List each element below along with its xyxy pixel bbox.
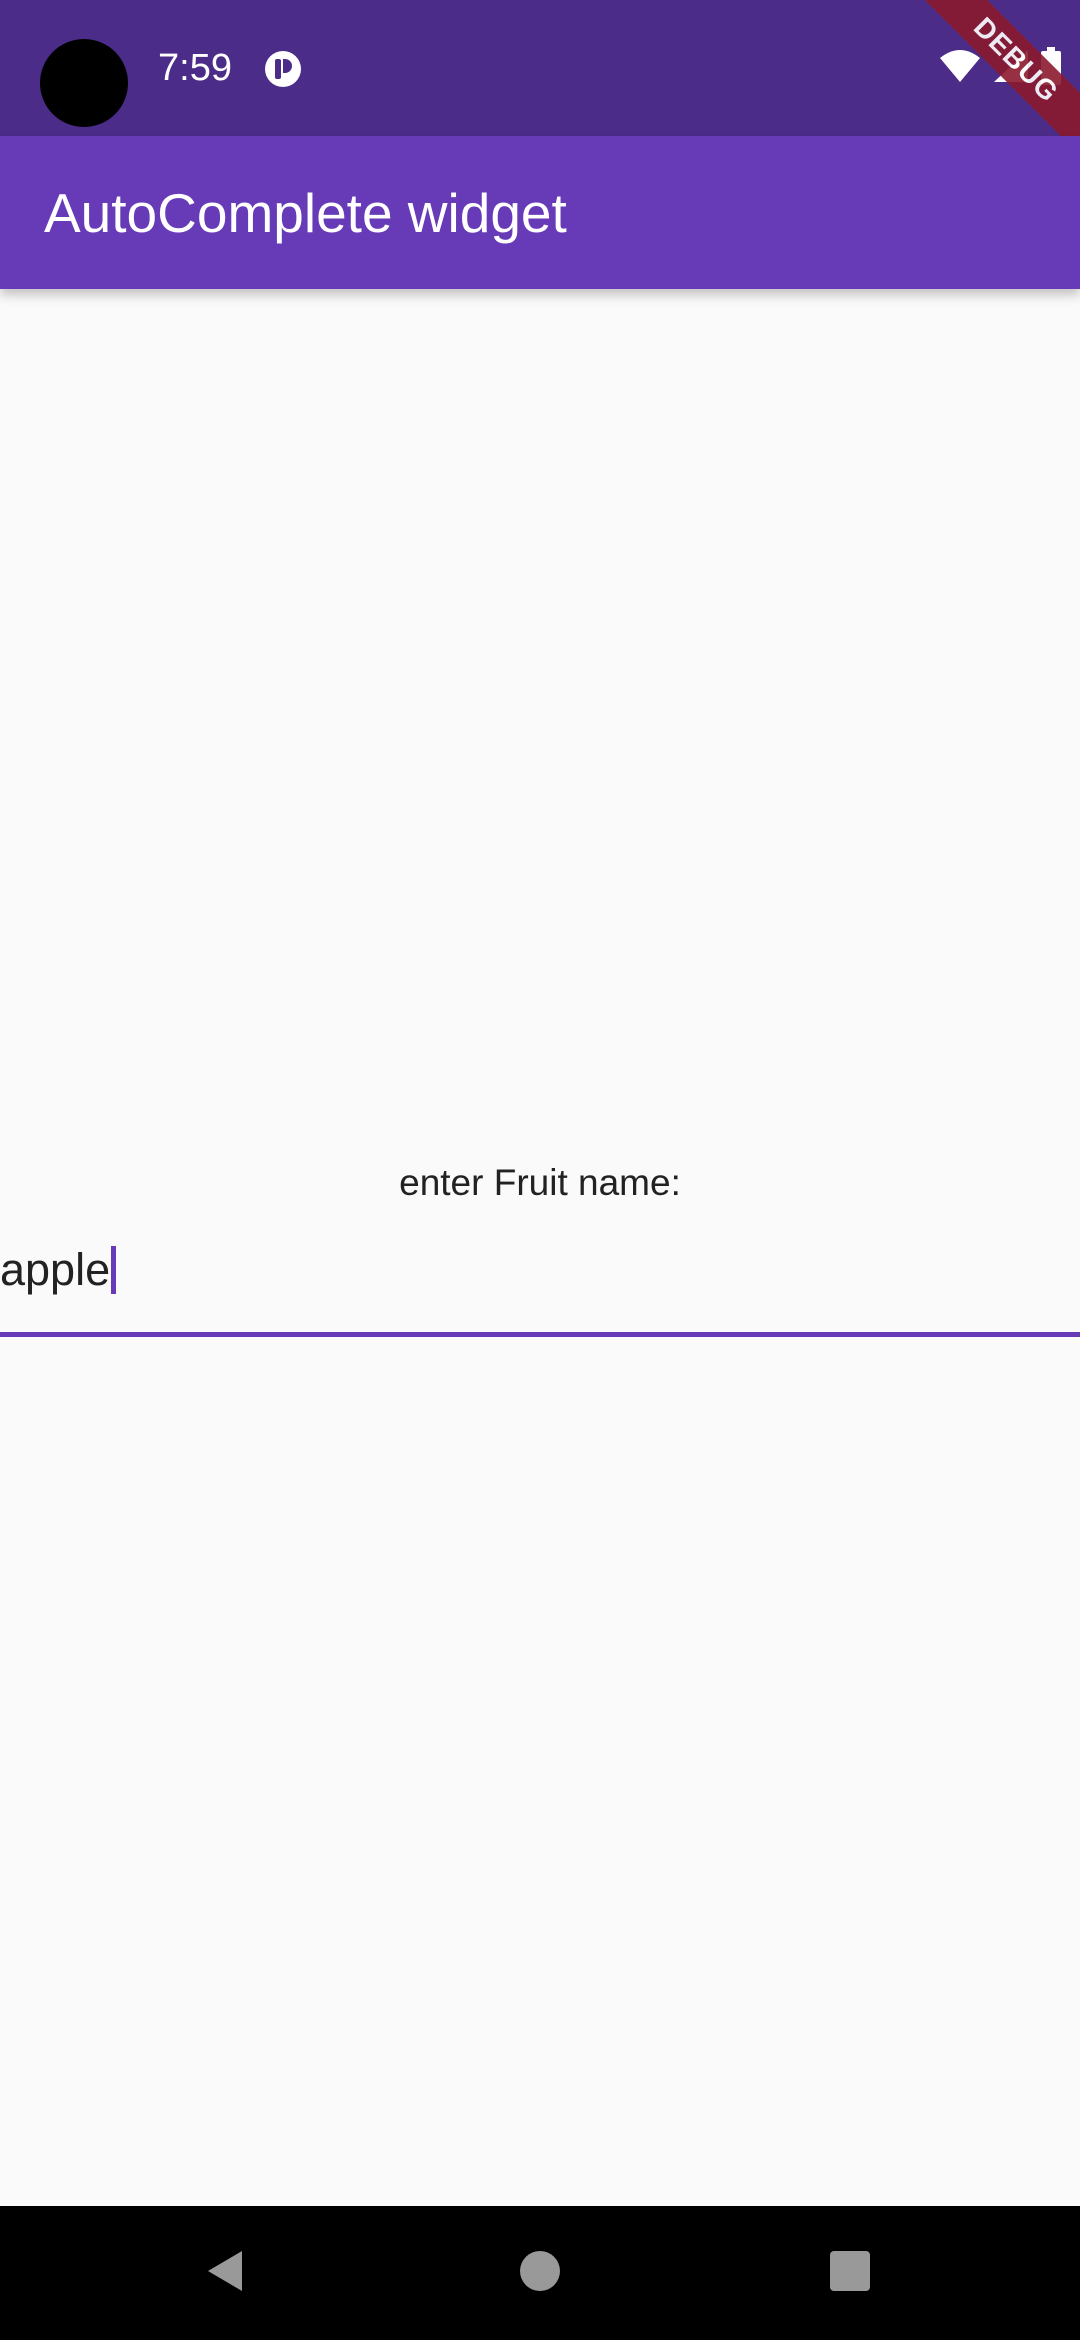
home-button[interactable] <box>500 2233 580 2313</box>
fruit-name-input[interactable]: apple <box>0 1230 1080 1340</box>
page-title: AutoComplete widget <box>44 182 567 244</box>
app-bar: AutoComplete widget <box>0 136 1080 289</box>
navigation-bar <box>0 2206 1080 2340</box>
fruit-name-input-value-wrapper: apple <box>0 1242 117 1298</box>
input-underline <box>0 1332 1080 1337</box>
status-bar: 7:59 DEBUG <box>0 0 1080 182</box>
back-button[interactable] <box>186 2233 266 2313</box>
fruit-name-input-value: apple <box>0 1244 111 1295</box>
camera-cutout <box>40 39 128 127</box>
text-cursor <box>111 1246 117 1294</box>
status-time: 7:59 <box>158 47 232 89</box>
back-icon <box>202 2247 250 2300</box>
wifi-icon <box>938 48 982 89</box>
fruit-name-label: enter Fruit name: <box>399 1162 681 1203</box>
screen: 7:59 DEBUG AutoComplete widget enter Fru… <box>0 0 1080 2340</box>
home-icon <box>518 2249 562 2298</box>
recents-icon <box>828 2249 872 2298</box>
app-notification-icon <box>264 50 302 88</box>
recents-button[interactable] <box>810 2233 890 2313</box>
